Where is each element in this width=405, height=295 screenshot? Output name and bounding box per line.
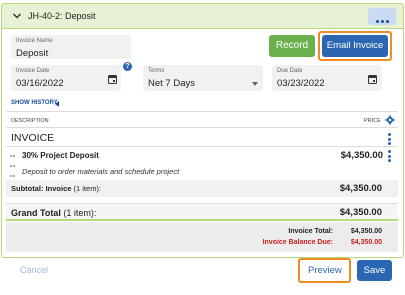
invoice-date-value: 03/16/2022 — [16, 78, 64, 89]
due-date-label: Due Date — [277, 68, 303, 74]
drag-handle-icon[interactable] — [10, 150, 16, 180]
calendar-icon[interactable] — [108, 74, 117, 84]
preview-button[interactable]: Preview — [308, 265, 342, 276]
help-icon[interactable]: ? — [123, 62, 132, 71]
invoice-date-label: Invoice Date — [16, 68, 50, 74]
invoice-total-value: $4,350.00 — [350, 228, 382, 235]
divider — [6, 146, 398, 147]
line-item-description: Deposit to order materials and schedule … — [22, 167, 180, 176]
line-item-title: 30% Project Deposit — [22, 151, 99, 160]
subtotal-value: $4,350.00 — [339, 183, 382, 194]
invoice-name-value: Deposit — [16, 48, 49, 59]
balance-due-label: Invoice Balance Due: — [262, 239, 333, 246]
save-button[interactable]: Save — [357, 260, 392, 281]
subtotal-count: (1 item): — [73, 184, 102, 193]
subtotal-row: Subtotal: Invoice (1 item): $4,350.00 — [6, 180, 398, 197]
invoice-date-field[interactable]: Invoice Date 03/16/2022 — [11, 65, 121, 91]
calendar-icon[interactable] — [368, 74, 377, 84]
due-date-field[interactable]: Due Date 03/23/2022 — [272, 65, 382, 91]
dropdown-caret-icon — [252, 82, 258, 86]
line-item-price: $4,350.00 — [340, 150, 383, 161]
grand-total-label: Grand Total — [11, 208, 61, 218]
cancel-button[interactable]: Cancel — [20, 265, 48, 275]
subtotal-label: Subtotal: Invoice — [11, 184, 72, 193]
invoice-name-field[interactable]: Invoice Name Deposit — [11, 35, 131, 59]
grand-total-label-group: Grand Total (1 item): — [11, 208, 96, 218]
terms-value: Net 7 Days — [148, 78, 195, 89]
balance-due-value: $4,350.00 — [350, 239, 382, 246]
more-horizontal-icon — [376, 15, 391, 25]
caret-left-icon[interactable] — [55, 101, 59, 107]
terms-label: Terms — [148, 68, 165, 74]
section-more-icon[interactable] — [388, 133, 391, 147]
description-column-header: DESCRIPTION — [11, 118, 49, 124]
invoice-name-label: Invoice Name — [16, 38, 53, 44]
show-history-link[interactable]: SHOW HISTORY — [11, 100, 58, 106]
line-item-more-icon[interactable] — [388, 150, 391, 164]
invoice-total-label: Invoice Total: — [288, 228, 333, 235]
email-invoice-button[interactable]: Email Invoice — [322, 35, 388, 57]
price-column-header: PRICE — [364, 118, 381, 124]
section-title: INVOICE — [11, 132, 55, 144]
chevron-down-icon[interactable] — [12, 11, 22, 21]
totals-summary: Invoice Total: $4,350.00 Invoice Balance… — [6, 222, 398, 252]
grand-total-row: Grand Total (1 item): $4,350.00 — [6, 203, 398, 221]
divider — [6, 111, 398, 112]
panel-title: JH-40-2: Deposit — [28, 11, 96, 21]
divider — [6, 127, 398, 128]
gear-icon[interactable] — [385, 115, 395, 125]
grand-total-count: (1 item): — [63, 208, 97, 218]
more-options-button[interactable] — [368, 8, 396, 25]
subtotal-label-group: Subtotal: Invoice (1 item): — [11, 184, 101, 193]
grand-total-value: $4,350.00 — [339, 207, 382, 218]
due-date-value: 03/23/2022 — [277, 78, 325, 89]
panel-header[interactable]: JH-40-2: Deposit — [2, 4, 403, 29]
terms-select[interactable]: Terms Net 7 Days — [143, 65, 263, 91]
record-button[interactable]: Record — [269, 35, 315, 57]
